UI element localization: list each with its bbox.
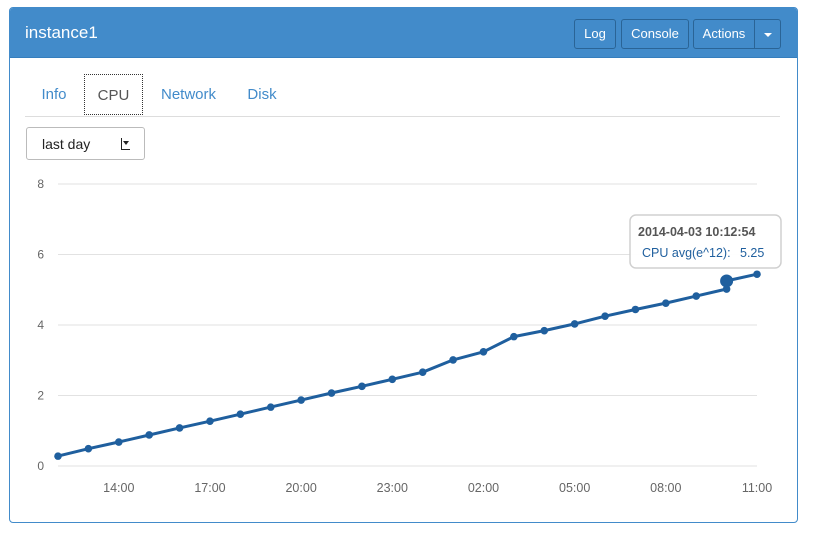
y-tick-label: 6: [37, 248, 44, 262]
x-tick-label: 02:00: [468, 481, 499, 495]
data-point[interactable]: [327, 389, 336, 397]
data-point[interactable]: [570, 320, 579, 328]
x-tick-label: 23:00: [377, 481, 408, 495]
tooltip-series-label: CPU avg(e^12):: [642, 246, 731, 260]
y-tick-label: 0: [37, 459, 44, 473]
data-point[interactable]: [449, 356, 457, 364]
x-tick-label: 20:00: [285, 481, 316, 495]
data-point[interactable]: [418, 368, 427, 377]
data-point[interactable]: [510, 332, 518, 341]
cpu-series-line: [57, 272, 758, 458]
data-point[interactable]: [206, 417, 214, 426]
data-point[interactable]: [692, 292, 701, 300]
data-point[interactable]: [54, 452, 62, 460]
x-tick-label: 14:00: [103, 481, 134, 495]
x-tick-label: 11:00: [742, 481, 772, 495]
data-point[interactable]: [540, 326, 549, 335]
data-point[interactable]: [145, 431, 153, 439]
x-tick-label: 17:00: [194, 481, 225, 495]
cpu-line-chart: 0 2 4 6 8 14:00 17:00 20:00 23:00 02:00 05:00 08:0…: [37, 177, 782, 495]
x-tick-label: 08:00: [650, 481, 681, 495]
data-point[interactable]: [236, 410, 245, 418]
tooltip-box: [629, 214, 782, 269]
data-point[interactable]: [662, 299, 670, 307]
x-tick-label: 05:00: [559, 481, 590, 495]
data-point[interactable]: [175, 424, 184, 432]
tooltip-value: 5.25: [740, 246, 764, 260]
tooltip-timestamp: 2014-04-03 10:12:54: [638, 225, 755, 239]
data-point[interactable]: [631, 305, 640, 314]
y-tick-label: 8: [37, 177, 44, 191]
y-tick-label: 2: [37, 389, 44, 403]
data-point[interactable]: [479, 347, 488, 356]
data-point[interactable]: [753, 270, 761, 279]
highlighted-data-point[interactable]: [720, 274, 734, 288]
data-point[interactable]: [84, 444, 93, 453]
data-point[interactable]: [297, 396, 305, 404]
data-point[interactable]: [388, 375, 397, 384]
data-point[interactable]: [266, 403, 275, 411]
data-point[interactable]: [601, 312, 609, 320]
data-point[interactable]: [114, 438, 123, 446]
data-point[interactable]: [358, 382, 366, 391]
y-tick-label: 4: [37, 318, 44, 332]
